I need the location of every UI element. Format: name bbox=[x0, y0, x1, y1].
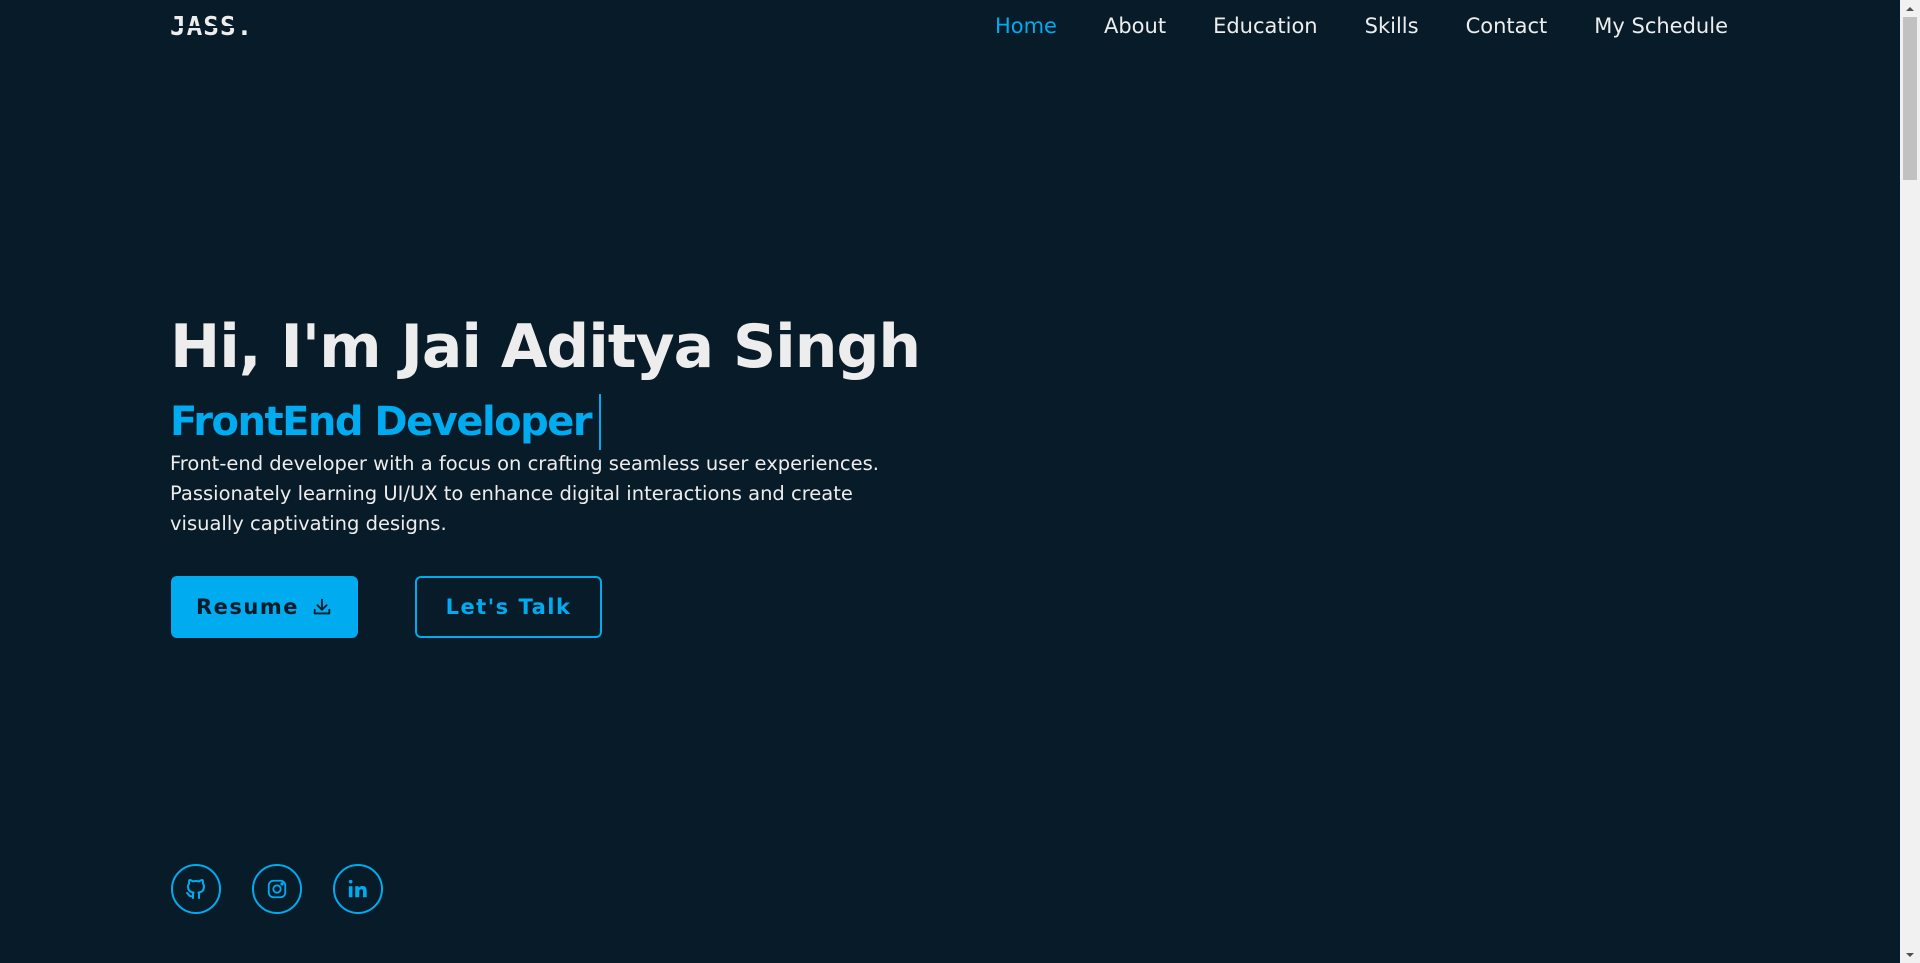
download-icon bbox=[313, 598, 331, 615]
linkedin-icon bbox=[348, 879, 367, 898]
role-text: FrontEnd Developer bbox=[170, 399, 593, 445]
main-nav: Home About Education Skills Contact My S… bbox=[995, 14, 1728, 38]
instagram-icon bbox=[267, 879, 287, 899]
nav-home[interactable]: Home bbox=[995, 14, 1057, 38]
lets-talk-button[interactable]: Let's Talk bbox=[415, 576, 602, 638]
nav-education[interactable]: Education bbox=[1213, 14, 1318, 38]
nav-my-schedule[interactable]: My Schedule bbox=[1594, 14, 1728, 38]
scroll-up-arrow[interactable] bbox=[1900, 0, 1920, 17]
hero-title: Hi, I'm Jai Aditya Singh bbox=[170, 312, 921, 382]
social-links bbox=[171, 864, 383, 914]
hero-role: FrontEnd Developer bbox=[170, 394, 602, 450]
hero-description: Front-end developer with a focus on craf… bbox=[170, 452, 879, 535]
scroll-thumb[interactable] bbox=[1903, 17, 1917, 180]
page: JASS. Home About Education Skills Contac… bbox=[0, 0, 1900, 963]
typing-cursor bbox=[599, 394, 602, 450]
github-link[interactable] bbox=[171, 864, 221, 914]
nav-skills[interactable]: Skills bbox=[1365, 14, 1419, 38]
linkedin-link[interactable] bbox=[333, 864, 383, 914]
nav-about[interactable]: About bbox=[1104, 14, 1166, 38]
lets-talk-label: Let's Talk bbox=[445, 595, 572, 619]
resume-button-label: Resume bbox=[196, 595, 299, 619]
github-icon bbox=[186, 879, 205, 899]
logo[interactable]: JASS. bbox=[170, 12, 253, 42]
scrollbar[interactable] bbox=[1900, 0, 1920, 963]
scroll-down-arrow[interactable] bbox=[1900, 946, 1920, 963]
nav-contact[interactable]: Contact bbox=[1466, 14, 1548, 38]
instagram-link[interactable] bbox=[252, 864, 302, 914]
resume-button[interactable]: Resume bbox=[171, 576, 358, 638]
